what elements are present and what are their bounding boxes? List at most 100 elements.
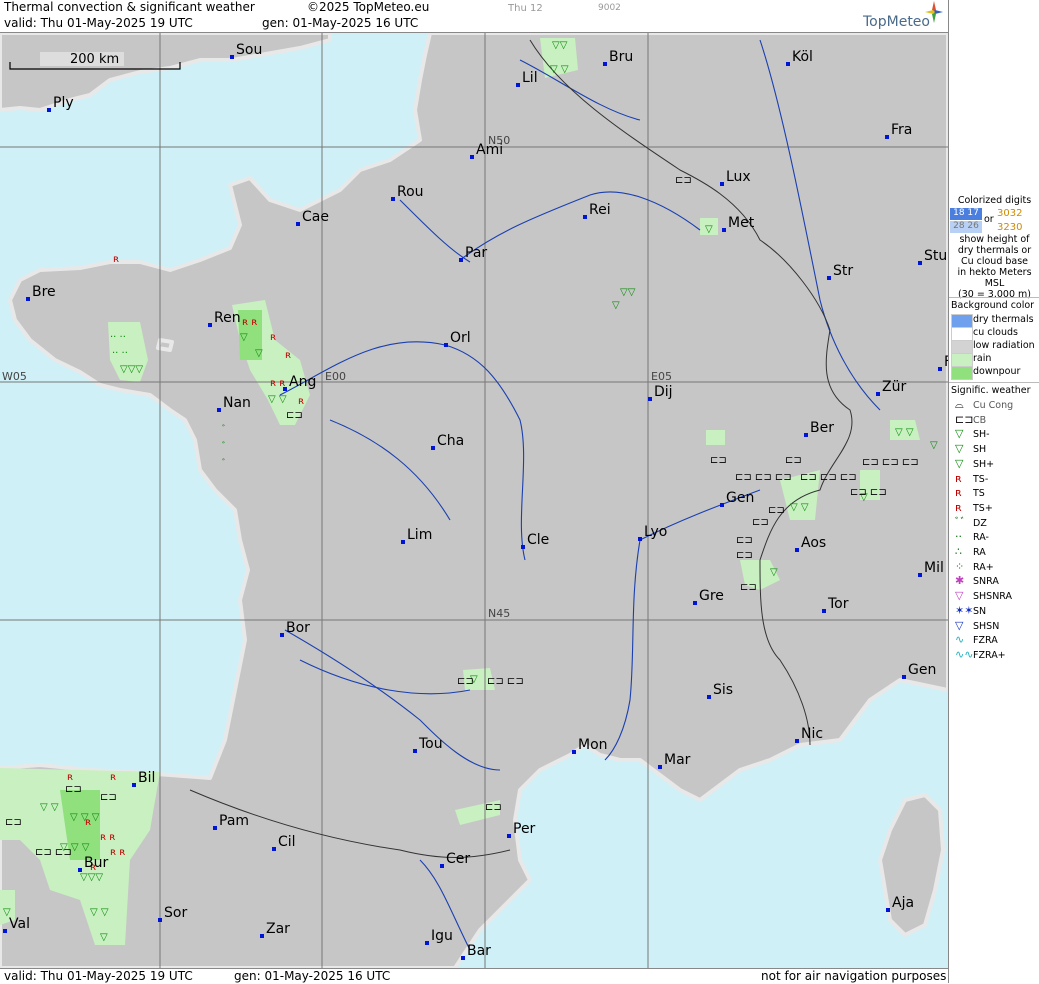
city-marker: [648, 397, 652, 401]
city-marker: [693, 601, 697, 605]
svg-text:⊏⊐ ⊏⊐ ⊏⊐: ⊏⊐ ⊏⊐ ⊏⊐: [800, 472, 857, 483]
rain-heavy-icon: ⁘: [955, 559, 965, 573]
scale-label: 200 km: [70, 52, 119, 67]
city-label: Lim: [407, 527, 432, 543]
city-marker: [572, 750, 576, 754]
city-label: Rou: [397, 184, 424, 200]
svg-text:ʀ ʀ: ʀ ʀ: [100, 832, 115, 843]
svg-text:⊏⊐ ⊏⊐: ⊏⊐ ⊏⊐: [850, 487, 887, 498]
bg-legend-title: Background color: [951, 300, 1035, 311]
city-marker: [827, 276, 831, 280]
svg-text:ʀ: ʀ: [110, 772, 116, 783]
wx-legend-label: Cu Cong: [973, 400, 1014, 411]
svg-text:⊏⊐: ⊏⊐: [675, 175, 692, 186]
snow-rain-shower-icon: ▽: [955, 589, 964, 603]
svg-text:⊏⊐: ⊏⊐: [736, 550, 753, 561]
city-marker: [3, 929, 7, 933]
weather-map[interactable]: ▽▽ ▽ ▽ ▽▽ ▽ ▽ ▽ ▽ ▽ ▽ ▽▽▽ ▽ ▽ ▽ ▽ ▽ ▽ ▽ ▽ ▽▽▽ ▽…: [0, 33, 948, 968]
compass-star-icon: [925, 1, 943, 23]
svg-text:▽: ▽: [612, 300, 620, 311]
city-label: Zür: [882, 379, 906, 395]
weather-legend: Signific. weather ⌓ Cu Cong ⊏⊐ CB ▽ SH- ▽ SH ▽ SH…: [949, 385, 1039, 661]
city-label: Per: [513, 821, 536, 837]
city-label: Bre: [32, 284, 56, 300]
thunderstorm-heavy-icon: ʀ: [955, 500, 962, 514]
city-marker: [26, 297, 30, 301]
city-marker: [280, 633, 284, 637]
svg-text:⊏⊐: ⊏⊐: [100, 792, 117, 803]
city-marker: [918, 261, 922, 265]
svg-text:▽▽: ▽▽: [552, 40, 568, 51]
city-label: Sor: [164, 905, 187, 921]
legend-panel: Colorized digits 18 17 28 26 or 3032 323…: [948, 0, 1039, 983]
digits-legend: Colorized digits 18 17 28 26 or 3032 323…: [949, 195, 1039, 300]
wx-legend-label: TS-: [973, 473, 989, 485]
wx-legend-label: FZRA+: [973, 649, 1006, 661]
city-marker: [158, 918, 162, 922]
svg-text:▽: ▽: [255, 348, 263, 359]
color-swatch: [951, 327, 973, 341]
city-marker: [638, 537, 642, 541]
city-marker: [470, 155, 474, 159]
grid-label-e00: E00: [325, 370, 346, 383]
grid-label-n50: N50: [488, 134, 510, 147]
city-marker: [876, 392, 880, 396]
map-canvas[interactable]: ▽▽▽ ▽ ▽▽▽ ▽ ▽▽▽ ▽ ▽▽▽ ▽ ▽▽ ▽ ▽▽ ▽ ▽ ▽▽▽▽…: [0, 33, 948, 968]
city-label: Igu: [431, 928, 453, 944]
svg-text:⊏⊐: ⊏⊐: [785, 455, 802, 466]
svg-text:▽ ▽: ▽ ▽: [550, 64, 569, 75]
city-label: Val: [9, 916, 30, 932]
city-label: Lyo: [644, 524, 667, 540]
svg-text:▽▽▽: ▽▽▽: [80, 872, 103, 883]
city-marker: [47, 108, 51, 112]
svg-text:⊏⊐ ⊏⊐ ⊏⊐: ⊏⊐ ⊏⊐ ⊏⊐: [735, 472, 792, 483]
svg-text:ʀ: ʀ: [270, 332, 276, 343]
svg-text:⊏⊐: ⊏⊐: [740, 582, 757, 593]
city-marker: [413, 749, 417, 753]
footer-disclaimer: not for air navigation purposes: [761, 969, 947, 983]
svg-text:⊏⊐: ⊏⊐: [736, 535, 753, 546]
svg-text:·· ··: ·· ··: [112, 348, 128, 359]
footer-generated-time: gen: 01-May-2025 16 UTC: [234, 969, 391, 983]
city-label: Gen: [908, 662, 936, 678]
rain-light-icon: ··: [955, 530, 962, 544]
city-marker: [283, 387, 287, 391]
digits-note-4: in hekto Meters: [957, 267, 1032, 278]
wx-legend-label: CB: [973, 414, 987, 426]
city-marker: [918, 573, 922, 577]
digits-note-3: Cu cloud base: [960, 256, 1029, 267]
digits-note-1: show height of: [959, 234, 1030, 245]
city-label: Fra: [891, 122, 912, 138]
color-swatch: [951, 314, 973, 328]
svg-text:▽ ▽: ▽ ▽: [790, 502, 809, 513]
snow-shower-icon: ▽: [955, 618, 964, 632]
city-label: Köl: [792, 49, 813, 65]
header-bar: Thermal convection & significant weather…: [0, 0, 948, 33]
city-marker: [521, 545, 525, 549]
cb-icon: ⊏⊐: [955, 412, 974, 426]
wx-legend-label: RA+: [973, 561, 994, 573]
wx-legend-label: TS+: [973, 502, 993, 514]
svg-text:▽▽▽: ▽▽▽: [120, 364, 143, 375]
svg-text:⊏⊐ ⊏⊐ ⊏⊐: ⊏⊐ ⊏⊐ ⊏⊐: [862, 457, 919, 468]
city-marker: [208, 323, 212, 327]
city-label: Ply: [53, 95, 74, 111]
svg-text:⊏⊐ ⊏⊐: ⊏⊐ ⊏⊐: [487, 676, 524, 687]
svg-text:ʀ: ʀ: [85, 817, 91, 828]
city-label: Orl: [450, 330, 471, 346]
topmeteo-logo[interactable]: TopMeteo: [863, 14, 930, 30]
freezing-rain-heavy-icon: ∿∿: [955, 647, 974, 661]
city-marker: [722, 228, 726, 232]
city-label: Cha: [437, 433, 464, 449]
wx-legend-label: TS: [973, 488, 985, 500]
grid-label-e05: E05: [651, 370, 672, 383]
digits-note-5: MSL: [984, 278, 1005, 289]
wx-legend-label: SH: [973, 444, 987, 456]
wx-legend-title: Signific. weather: [951, 385, 1031, 396]
wx-legend-label: SH+: [973, 458, 995, 470]
city-label: Aja: [892, 895, 914, 911]
city-marker: [885, 135, 889, 139]
city-marker: [444, 343, 448, 347]
city-marker: [272, 847, 276, 851]
svg-text:ʀ ʀ: ʀ ʀ: [270, 378, 285, 389]
